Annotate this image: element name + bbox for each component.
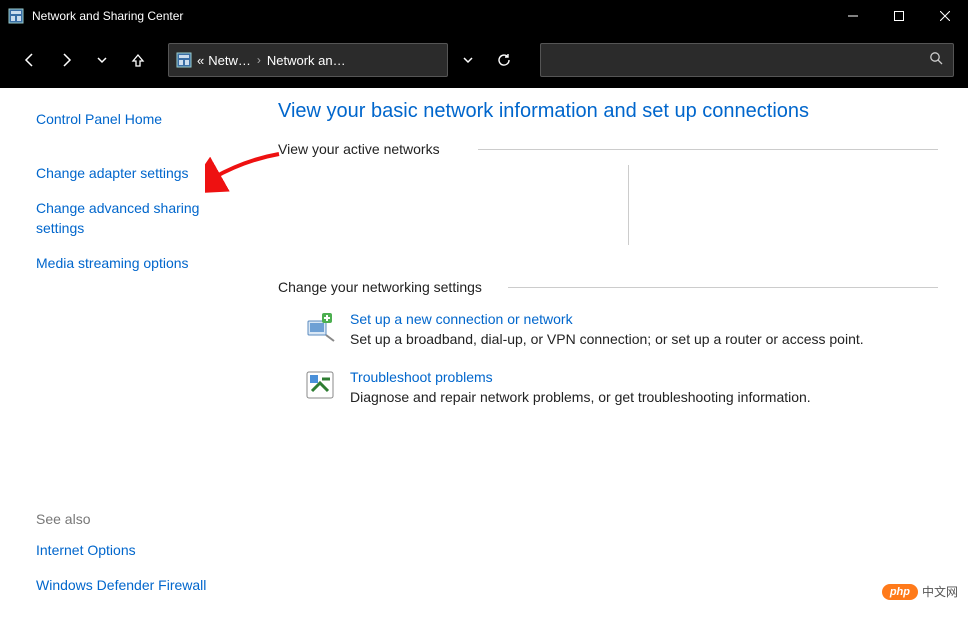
search-input[interactable] (540, 43, 954, 77)
watermark-badge: php (882, 584, 918, 600)
setup-connection-row: Set up a new connection or network Set u… (304, 311, 938, 347)
back-button[interactable] (14, 44, 46, 76)
breadcrumb-prefix: « (197, 53, 204, 68)
main-panel: View your basic network information and … (270, 98, 968, 620)
maximize-button[interactable] (876, 0, 922, 32)
content-area: Control Panel Home Change adapter settin… (0, 88, 968, 620)
page-title: View your basic network information and … (278, 100, 938, 123)
active-networks-area (278, 165, 938, 255)
troubleshoot-desc: Diagnose and repair network problems, or… (350, 389, 811, 405)
titlebar: Network and Sharing Center (0, 0, 968, 32)
navbar: « Netw… › Network an… (0, 32, 968, 88)
change-adapter-settings-link[interactable]: Change adapter settings (36, 164, 250, 184)
refresh-button[interactable] (488, 43, 520, 77)
watermark: php 中文网 (882, 583, 958, 600)
internet-options-link[interactable]: Internet Options (36, 541, 250, 561)
see-also-section: See also Internet Options Windows Defend… (36, 511, 250, 604)
troubleshoot-link[interactable]: Troubleshoot problems (350, 369, 811, 385)
address-dropdown-button[interactable] (452, 43, 484, 77)
troubleshoot-texts: Troubleshoot problems Diagnose and repai… (350, 369, 811, 405)
setup-connection-desc: Set up a broadband, dial-up, or VPN conn… (350, 331, 864, 347)
setup-connection-texts: Set up a new connection or network Set u… (350, 311, 864, 347)
change-advanced-sharing-link[interactable]: Change advanced sharing settings (36, 199, 250, 238)
recent-dropdown-button[interactable] (86, 44, 118, 76)
app-icon (8, 8, 24, 24)
window-title: Network and Sharing Center (32, 9, 183, 23)
setup-connection-link[interactable]: Set up a new connection or network (350, 311, 864, 327)
sidebar: Control Panel Home Change adapter settin… (0, 98, 270, 620)
window-controls (830, 0, 968, 32)
troubleshoot-icon (304, 369, 336, 401)
breadcrumb-item-2[interactable]: Network an… (267, 53, 346, 68)
change-settings-heading: Change your networking settings (278, 279, 938, 295)
titlebar-left: Network and Sharing Center (8, 8, 183, 24)
breadcrumb-icon (175, 51, 193, 69)
vertical-divider (628, 165, 629, 245)
windows-defender-firewall-link[interactable]: Windows Defender Firewall (36, 576, 250, 596)
search-icon (929, 51, 943, 70)
forward-button[interactable] (50, 44, 82, 76)
breadcrumb-separator-icon: › (257, 53, 261, 67)
control-panel-home-link[interactable]: Control Panel Home (36, 110, 250, 130)
media-streaming-link[interactable]: Media streaming options (36, 254, 250, 274)
see-also-title: See also (36, 511, 250, 527)
address-bar[interactable]: « Netw… › Network an… (168, 43, 448, 77)
breadcrumb-item-1[interactable]: Netw… (208, 53, 251, 68)
active-networks-heading: View your active networks (278, 141, 938, 157)
watermark-text: 中文网 (922, 583, 958, 600)
close-button[interactable] (922, 0, 968, 32)
up-button[interactable] (122, 44, 154, 76)
setup-connection-icon (304, 311, 336, 343)
minimize-button[interactable] (830, 0, 876, 32)
troubleshoot-row: Troubleshoot problems Diagnose and repai… (304, 369, 938, 405)
